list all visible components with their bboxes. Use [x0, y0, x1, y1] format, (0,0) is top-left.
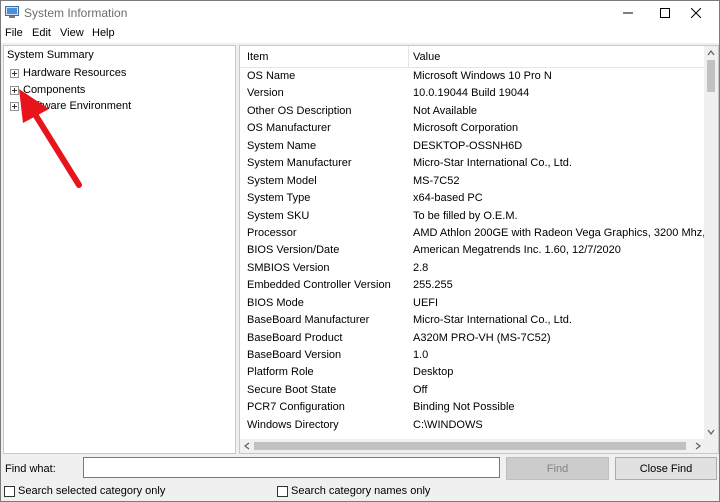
- menu-bar: File Edit View Help: [1, 25, 719, 43]
- find-what-input[interactable]: [83, 457, 500, 478]
- table-row[interactable]: System Name DESKTOP-OSSNH6D: [240, 138, 706, 155]
- table-row[interactable]: Embedded Controller Version 255.255: [240, 277, 706, 294]
- table-row[interactable]: Version 10.0.19044 Build 19044: [240, 85, 706, 102]
- expand-icon[interactable]: [10, 68, 19, 78]
- maximize-icon: [660, 8, 670, 18]
- window-title: System Information: [24, 6, 128, 20]
- table-row[interactable]: PCR7 Configuration Binding Not Possible: [240, 399, 706, 416]
- search-selected-category-checkbox[interactable]: Search selected category only: [4, 485, 165, 497]
- table-header: Item Value: [240, 46, 706, 68]
- table-row[interactable]: System Model MS-7C52: [240, 173, 706, 190]
- table-row[interactable]: BaseBoard Manufacturer Micro-Star Interna…: [240, 312, 706, 329]
- table-row[interactable]: System Type x64-based PC: [240, 190, 706, 207]
- table-row[interactable]: SMBIOS Version 2.8: [240, 260, 706, 277]
- tree-item-hardware-resources[interactable]: Hardware Resources: [10, 67, 126, 79]
- menu-edit[interactable]: Edit: [32, 27, 51, 39]
- checkbox-box[interactable]: [277, 485, 288, 497]
- table-row[interactable]: BaseBoard Version 1.0: [240, 347, 706, 364]
- checkbox-box[interactable]: [4, 485, 15, 497]
- find-what-label: Find what:: [5, 463, 56, 475]
- title-bar: System Information: [1, 1, 719, 25]
- search-category-names-checkbox[interactable]: Search category names only: [277, 485, 430, 497]
- column-header-item[interactable]: Item: [247, 51, 268, 63]
- search-category-names-label: Search category names only: [291, 485, 431, 497]
- minimize-icon: [623, 12, 633, 14]
- horizontal-scroll-thumb[interactable]: [254, 442, 686, 450]
- table-row[interactable]: Secure Boot State Off: [240, 382, 706, 399]
- table-row[interactable]: Windows Directory C:\WINDOWS: [240, 417, 706, 434]
- table-row[interactable]: System SKU To be filled by O.E.M.: [240, 208, 706, 225]
- system-information-app-icon: [5, 6, 19, 18]
- details-pane: Item Value OS Name Microsoft Windows 10 P…: [239, 45, 719, 454]
- scroll-right-icon[interactable]: [695, 442, 701, 450]
- table-row[interactable]: BIOS Version/Date American Megatrends Inc…: [240, 242, 706, 259]
- close-button[interactable]: [673, 1, 719, 25]
- scrollbar-corner: [704, 439, 718, 453]
- scroll-left-icon[interactable]: [244, 442, 250, 450]
- table-body: OS Name Microsoft Windows 10 Pro N Versio…: [240, 68, 714, 440]
- horizontal-scrollbar[interactable]: [240, 439, 706, 453]
- vertical-scroll-thumb[interactable]: [707, 60, 715, 92]
- find-button[interactable]: Find: [506, 457, 609, 480]
- close-icon: [691, 8, 701, 18]
- table-row[interactable]: Platform Role Desktop: [240, 364, 706, 381]
- tree-item-system-summary[interactable]: System Summary: [7, 49, 94, 61]
- close-find-button[interactable]: Close Find: [615, 457, 717, 480]
- column-divider[interactable]: [408, 46, 409, 68]
- menu-file[interactable]: File: [5, 27, 23, 39]
- find-bar: Find what: Find Close Find Search select…: [1, 457, 719, 501]
- annotation-arrow-icon: [19, 89, 82, 188]
- search-selected-category-label: Search selected category only: [18, 485, 166, 497]
- tree-item-label: Hardware Resources: [23, 67, 127, 79]
- table-row[interactable]: System Manufacturer Micro-Star Internatio…: [240, 155, 706, 172]
- table-row[interactable]: Processor AMD Athlon 200GE with Radeon Ve…: [240, 225, 714, 242]
- table-row[interactable]: BaseBoard Product A320M PRO-VH (MS-7C52): [240, 330, 706, 347]
- table-row[interactable]: OS Manufacturer Microsoft Corporation: [240, 120, 706, 137]
- vertical-scrollbar[interactable]: [704, 46, 718, 439]
- system-information-window: System Information File Edit View Help S…: [0, 0, 720, 502]
- menu-view[interactable]: View: [60, 27, 84, 39]
- scroll-down-icon[interactable]: [707, 429, 715, 435]
- column-header-value[interactable]: Value: [413, 51, 440, 63]
- table-row[interactable]: Other OS Description Not Available: [240, 103, 706, 120]
- table-row[interactable]: OS Name Microsoft Windows 10 Pro N: [240, 68, 706, 86]
- table-row[interactable]: BIOS Mode UEFI: [240, 295, 706, 312]
- scroll-up-icon[interactable]: [707, 50, 715, 56]
- menu-help[interactable]: Help: [92, 27, 115, 39]
